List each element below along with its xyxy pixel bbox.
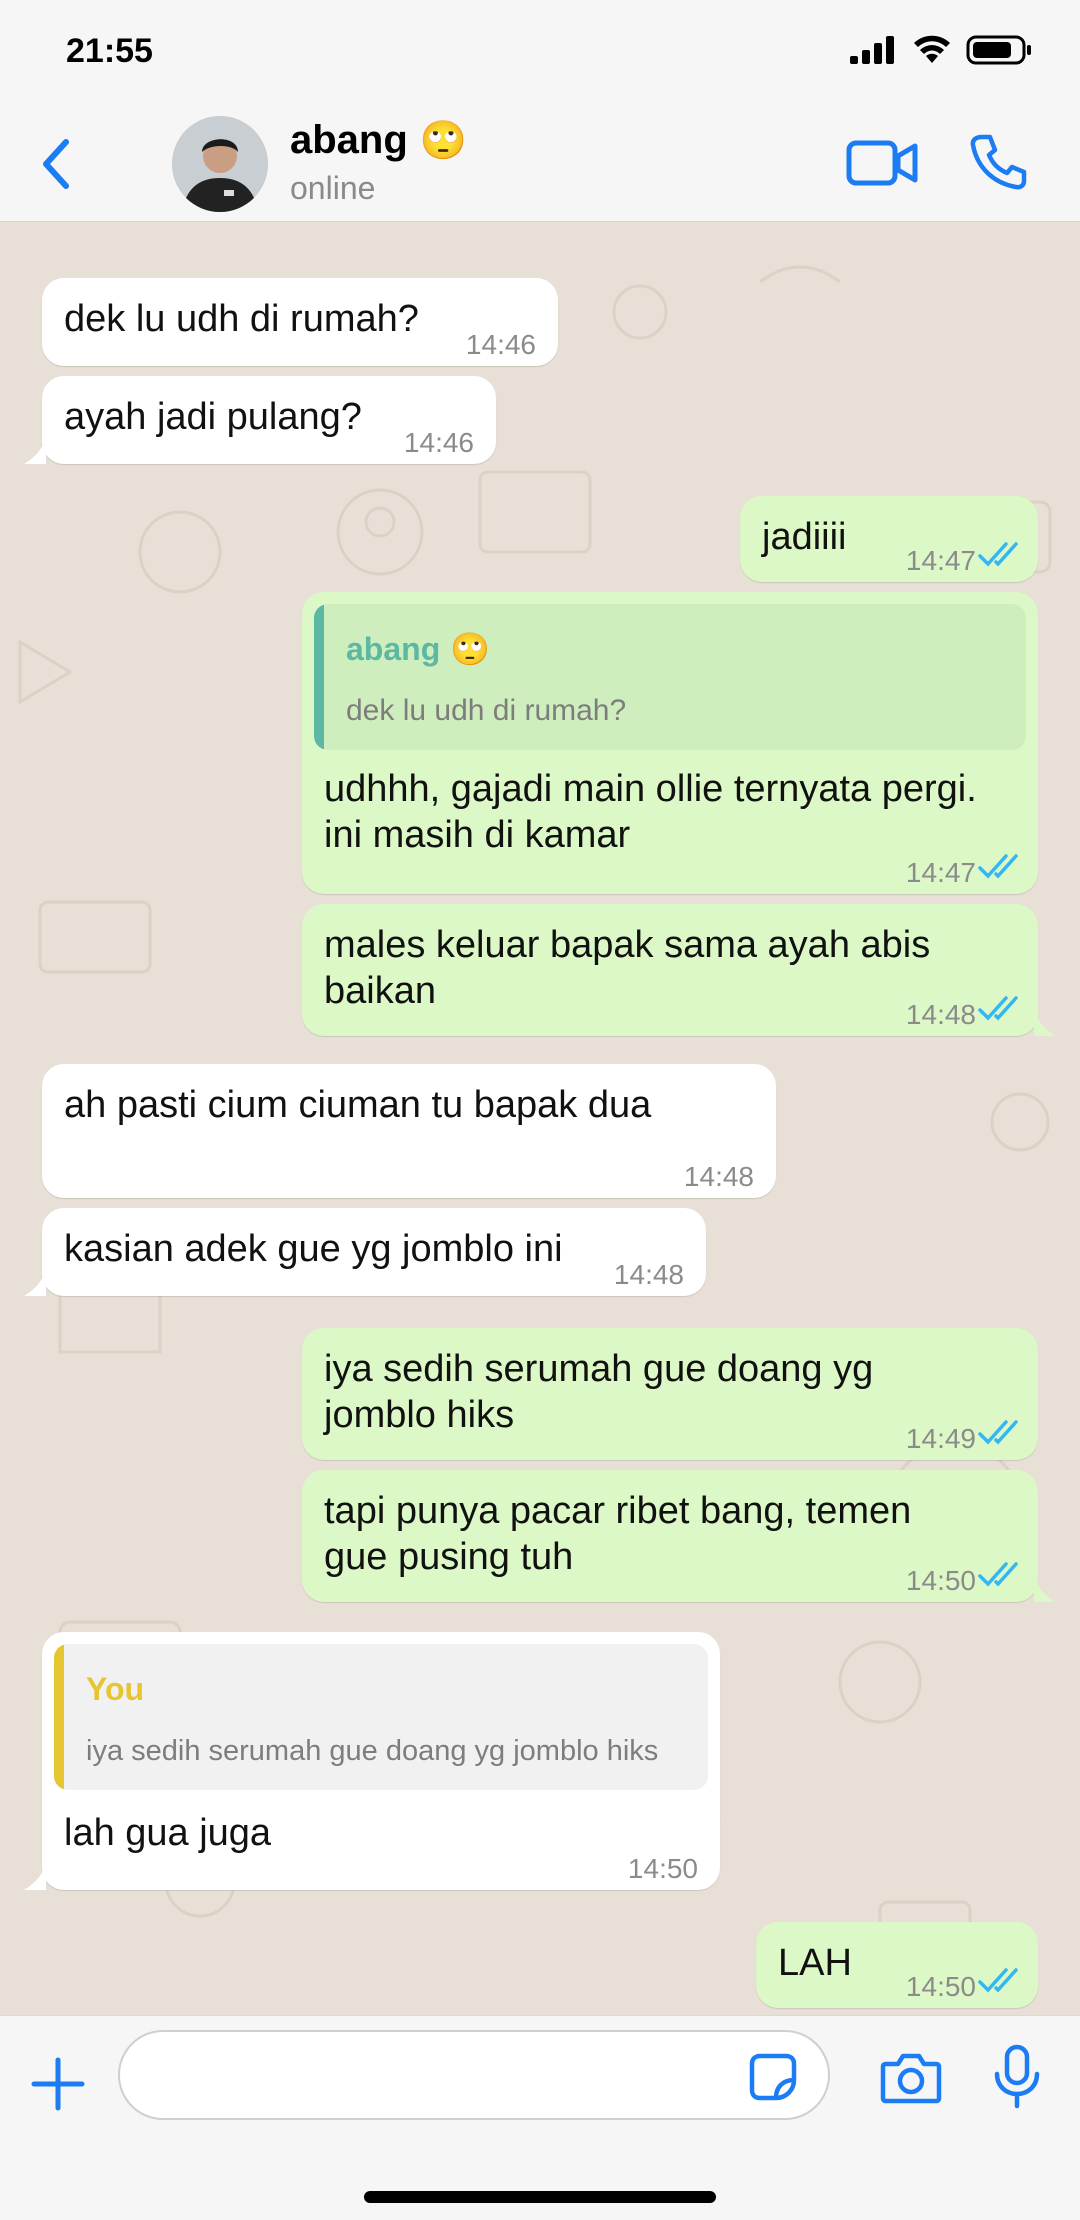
message-outgoing[interactable]: LAH 14:50 (756, 1922, 1038, 2008)
read-ticks-icon (978, 854, 1018, 879)
quote-author-emoji: 🙄 (450, 631, 491, 667)
message-time: 14:50 (627, 1853, 698, 1884)
camera-icon[interactable] (880, 2050, 942, 2104)
signal-icon (850, 36, 894, 64)
status-bar: 21:55 (0, 0, 1080, 100)
message-outgoing[interactable]: iya sedih serumah gue doang yg jomblo hi… (302, 1328, 1038, 1460)
read-ticks-icon (978, 542, 1018, 567)
message-incoming-reply[interactable]: You iya sedih serumah gue doang yg jombl… (42, 1632, 720, 1890)
quoted-message[interactable]: You iya sedih serumah gue doang yg jombl… (54, 1644, 708, 1790)
sticker-icon[interactable] (748, 2052, 798, 2102)
status-icons (850, 34, 1032, 66)
message-text: ah pasti cium ciuman tu bapak dua (64, 1084, 652, 1126)
bubble-tail (24, 1864, 46, 1890)
bubble-tail (1034, 1576, 1056, 1602)
message-outgoing[interactable]: jadiiii 14:47 (740, 496, 1038, 582)
message-time: 14:47 (905, 545, 976, 576)
chat-screen: 21:55 abang 🙄 online dek lu udh di rumah… (0, 0, 1080, 2220)
message-incoming[interactable]: kasian adek gue yg jomblo ini 14:48 (42, 1208, 706, 1296)
chevron-left-icon[interactable] (36, 136, 76, 192)
read-ticks-icon (978, 996, 1018, 1021)
message-time: 14:46 (403, 427, 474, 458)
message-text: males keluar bapak sama ayah abis baikan (324, 924, 931, 1012)
message-text: udhhh, gajadi main ollie ternyata pergi.… (324, 768, 977, 856)
quote-text: iya sedih serumah gue doang yg jomblo hi… (86, 1735, 659, 1767)
message-incoming[interactable]: dek lu udh di rumah? 14:46 (42, 278, 558, 366)
read-ticks-icon (978, 1562, 1018, 1587)
message-time: 14:48 (905, 999, 976, 1030)
wifi-icon (914, 35, 950, 63)
message-incoming[interactable]: ah pasti cium ciuman tu bapak dua 14:48 (42, 1064, 776, 1198)
message-text: iya sedih serumah gue doang yg jomblo hi… (324, 1348, 874, 1436)
contact-name-text: abang (290, 118, 408, 162)
plus-icon[interactable] (30, 2056, 86, 2112)
message-outgoing[interactable]: tapi punya pacar ribet bang, temen gue p… (302, 1470, 1038, 1602)
message-time: 14:47 (905, 857, 976, 888)
bubble-tail (1034, 1010, 1056, 1036)
message-text: ayah jadi pulang? (64, 396, 362, 438)
chat-header: abang 🙄 online (0, 100, 1080, 222)
message-time: 14:50 (905, 1971, 976, 2002)
avatar[interactable] (172, 116, 268, 212)
quote-author: You (86, 1666, 144, 1712)
message-incoming[interactable]: ayah jadi pulang? 14:46 (42, 376, 496, 464)
message-input[interactable] (118, 2030, 830, 2120)
quote-author-name: abang (346, 631, 441, 667)
message-time: 14:48 (683, 1161, 754, 1192)
message-text: tapi punya pacar ribet bang, temen gue p… (324, 1490, 912, 1578)
input-bar (0, 2015, 1080, 2220)
message-outgoing-reply[interactable]: abang 🙄 dek lu udh di rumah? udhhh, gaja… (302, 592, 1038, 894)
message-outgoing[interactable]: males keluar bapak sama ayah abis baikan… (302, 904, 1038, 1036)
status-time: 21:55 (66, 32, 153, 70)
quote-text: dek lu udh di rumah? (346, 694, 627, 727)
quote-author-name: You (86, 1671, 145, 1707)
message-time: 14:48 (613, 1259, 684, 1290)
avatar-photo (172, 116, 268, 212)
message-time: 14:50 (905, 1565, 976, 1596)
message-time: 14:49 (905, 1423, 976, 1454)
quote-bar (314, 604, 324, 750)
quote-author: abang 🙄 (346, 626, 490, 672)
quote-bar (54, 1644, 64, 1790)
bubble-tail (24, 1270, 46, 1296)
message-text: kasian adek gue yg jomblo ini (64, 1228, 563, 1270)
contact-name[interactable]: abang 🙄 (290, 118, 467, 163)
video-camera-icon[interactable] (846, 138, 918, 188)
contact-status: online (290, 170, 376, 206)
message-time: 14:46 (465, 329, 536, 360)
home-indicator[interactable] (364, 2191, 716, 2203)
phone-icon[interactable] (968, 132, 1028, 192)
battery-icon (966, 35, 1031, 65)
message-text: lah gua juga (64, 1812, 272, 1854)
read-ticks-icon (978, 1420, 1018, 1445)
message-text: LAH (778, 1942, 852, 1984)
chat-area[interactable]: dek lu udh di rumah? 14:46 ayah jadi pul… (0, 222, 1080, 2015)
bubble-tail (24, 438, 46, 464)
message-text: jadiiii (762, 516, 847, 558)
microphone-icon[interactable] (992, 2044, 1042, 2110)
contact-emoji: 🙄 (419, 119, 468, 162)
quoted-message[interactable]: abang 🙄 dek lu udh di rumah? (314, 604, 1026, 750)
read-ticks-icon (978, 1968, 1018, 1993)
message-text: dek lu udh di rumah? (64, 298, 419, 340)
